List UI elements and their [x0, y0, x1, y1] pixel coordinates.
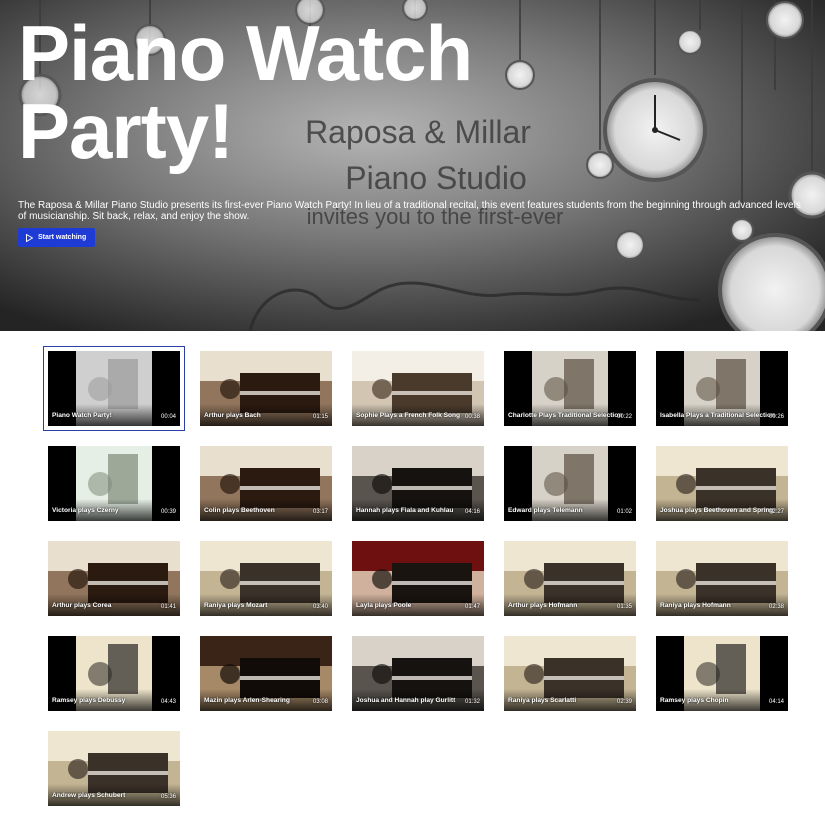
video-title: Edward plays Telemann	[508, 507, 583, 514]
video-duration: 01:02	[616, 509, 632, 515]
video-duration: 03:40	[312, 604, 328, 610]
hero-description: The Raposa & Millar Piano Studio present…	[18, 200, 801, 222]
video-tile[interactable]: Layla plays Poole 01:47	[352, 541, 484, 616]
hero-banner: Raposa & Millar Piano Studio invites you…	[0, 0, 825, 331]
video-duration: 03:17	[312, 509, 328, 515]
video-tile[interactable]: Arthur plays Corea 01:41	[48, 541, 180, 616]
video-title: Isabella Plays a Traditional Selection	[660, 412, 776, 419]
video-duration: 01:41	[160, 604, 176, 610]
video-tile[interactable]: Charlotte Plays Traditional Selection 00:…	[504, 351, 636, 426]
video-title: Layla plays Poole	[356, 602, 412, 609]
video-duration: 00:04	[160, 414, 176, 420]
video-duration: 00:38	[464, 414, 480, 420]
video-title: Raniya plays Hofmann	[660, 602, 731, 609]
video-title: Arthur plays Hofmann	[508, 602, 578, 609]
video-tile[interactable]: Isabella Plays a Traditional Selection 00…	[656, 351, 788, 426]
video-title: Ramsey plays Debussy	[52, 697, 126, 704]
video-duration: 04:16	[464, 509, 480, 515]
video-title: Arthur plays Corea	[52, 602, 112, 609]
start-watching-label: Start watching	[38, 234, 87, 241]
video-title: Colin plays Beethoven	[204, 507, 275, 514]
video-duration: 02:39	[616, 699, 632, 705]
video-duration: 04:14	[768, 699, 784, 705]
start-watching-button[interactable]: Start watching	[18, 228, 95, 247]
video-tile[interactable]: Raniya plays Hofmann 02:38	[656, 541, 788, 616]
video-title: Ramsey plays Chopin	[660, 697, 729, 704]
video-duration: 01:32	[464, 699, 480, 705]
video-tile[interactable]: Arthur plays Hofmann 01:35	[504, 541, 636, 616]
video-tile[interactable]: Colin plays Beethoven 03:17	[200, 446, 332, 521]
video-title: Raniya plays Scarlatti	[508, 697, 577, 704]
video-tile[interactable]: Hannah plays Fiala and Kuhlau 04:16	[352, 446, 484, 521]
video-title: Andrew plays Schubert	[52, 792, 126, 799]
video-tile[interactable]: Ramsey plays Debussy 04:43	[48, 636, 180, 711]
video-duration: 00:26	[768, 414, 784, 420]
video-title: Hannah plays Fiala and Kuhlau	[356, 507, 454, 514]
video-title: Raniya plays Mozart	[204, 602, 268, 609]
video-duration: 02:27	[768, 509, 784, 515]
video-title: Charlotte Plays Traditional Selection	[508, 412, 623, 419]
video-tile[interactable]: Ramsey plays Chopin 04:14	[656, 636, 788, 711]
video-title: Joshua and Hannah play Gurlitt	[356, 697, 456, 704]
video-title: Joshua plays Beethoven and Spring	[660, 507, 774, 514]
video-tile[interactable]: Andrew plays Schubert 05:36	[48, 731, 180, 806]
pocket-watch-large	[603, 78, 707, 182]
video-title: Piano Watch Party!	[52, 412, 112, 419]
video-tile[interactable]: Raniya plays Mozart 03:40	[200, 541, 332, 616]
page-title: Piano Watch Party!	[18, 9, 473, 175]
video-duration: 03:08	[312, 699, 328, 705]
video-title: Mazin plays Arlen-Shearing	[204, 697, 290, 704]
play-icon	[25, 233, 33, 242]
video-duration: 01:35	[616, 604, 632, 610]
video-tile[interactable]: Raniya plays Scarlatti 02:39	[504, 636, 636, 711]
video-duration: 00:22	[616, 414, 632, 420]
video-title: Arthur plays Bach	[204, 412, 261, 419]
video-tile[interactable]: Arthur plays Bach 01:15	[200, 351, 332, 426]
video-tile[interactable]: Joshua plays Beethoven and Spring 02:27	[656, 446, 788, 521]
video-tile[interactable]: Sophie Plays a French Folk Song 00:38	[352, 351, 484, 426]
video-tile[interactable]: Mazin plays Arlen-Shearing 03:08	[200, 636, 332, 711]
video-tile[interactable]: Piano Watch Party! 00:04	[43, 346, 185, 431]
video-tile[interactable]: Victoria plays Czerny 00:39	[48, 446, 180, 521]
video-duration: 05:36	[160, 794, 176, 800]
video-duration: 02:38	[768, 604, 784, 610]
video-title: Sophie Plays a French Folk Song	[356, 412, 461, 419]
video-duration: 01:47	[464, 604, 480, 610]
video-duration: 01:15	[312, 414, 328, 420]
pocket-watch-bottom-right	[718, 233, 825, 331]
video-title: Victoria plays Czerny	[52, 507, 119, 514]
video-tile[interactable]: Joshua and Hannah play Gurlitt 01:32	[352, 636, 484, 711]
video-duration: 00:39	[160, 509, 176, 515]
video-tile[interactable]: Edward plays Telemann 01:02	[504, 446, 636, 521]
video-duration: 04:43	[160, 699, 176, 705]
